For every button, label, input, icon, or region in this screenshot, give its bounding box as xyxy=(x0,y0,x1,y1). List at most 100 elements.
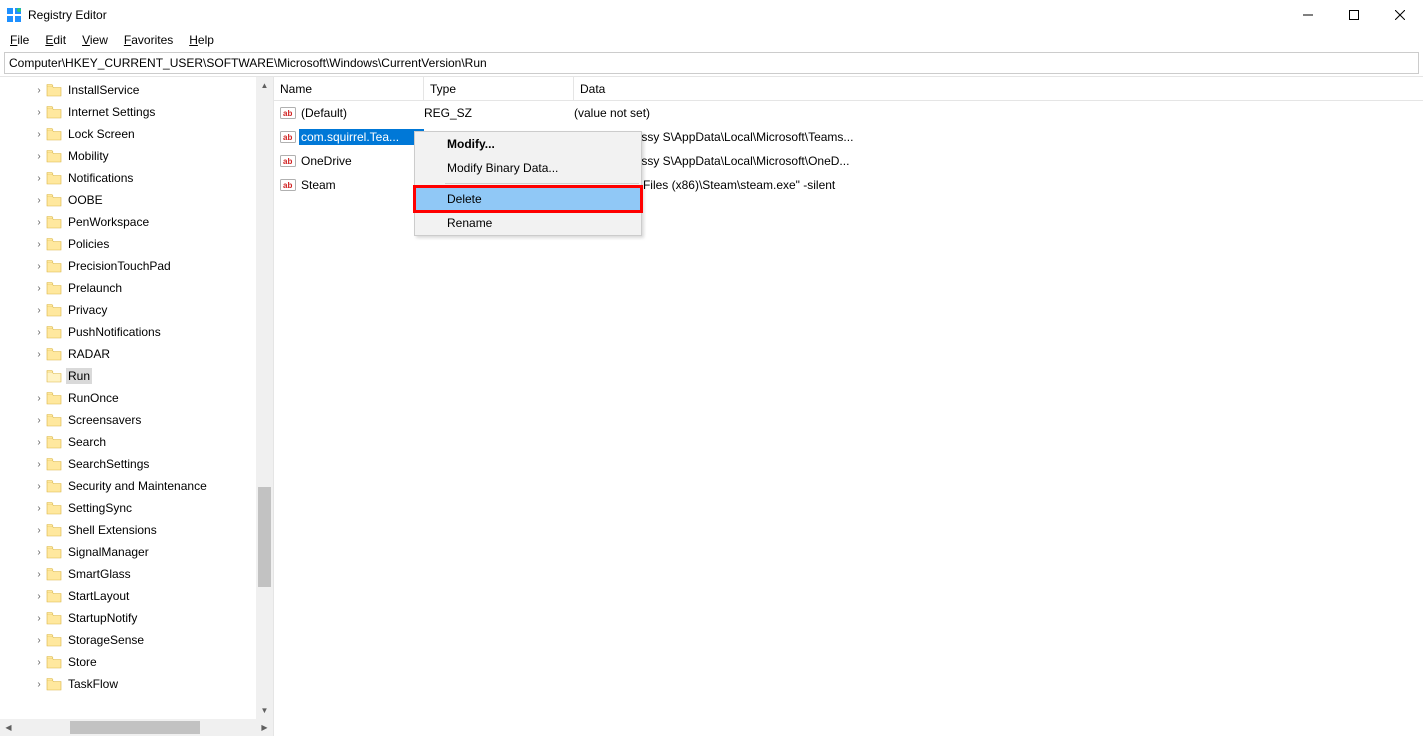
tree-item-label: SmartGlass xyxy=(66,566,133,582)
tree-item[interactable]: › StartLayout xyxy=(32,585,273,607)
folder-icon xyxy=(46,347,62,361)
tree-item[interactable]: › Notifications xyxy=(32,167,273,189)
menu-edit[interactable]: Edit xyxy=(39,32,72,48)
folder-icon xyxy=(46,83,62,97)
tree-item[interactable]: › Screensavers xyxy=(32,409,273,431)
column-header-data[interactable]: Data xyxy=(574,77,934,100)
expand-chevron-icon[interactable]: › xyxy=(32,481,46,492)
expand-chevron-icon[interactable]: › xyxy=(32,305,46,316)
menu-favorites[interactable]: Favorites xyxy=(118,32,179,48)
expand-chevron-icon[interactable]: › xyxy=(32,327,46,338)
value-name: OneDrive xyxy=(299,153,424,169)
expand-chevron-icon[interactable]: › xyxy=(32,547,46,558)
expand-chevron-icon[interactable]: › xyxy=(32,85,46,96)
tree-item-label: Run xyxy=(66,368,92,384)
tree-vertical-scrollbar[interactable]: ▲ ▼ xyxy=(256,77,273,719)
expand-chevron-icon[interactable]: › xyxy=(32,525,46,536)
tree-horizontal-scrollbar[interactable]: ◀ ▶ xyxy=(0,719,273,736)
folder-icon xyxy=(46,193,62,207)
value-row[interactable]: ab (Default)REG_SZ(value not set) xyxy=(274,101,1423,125)
menu-file[interactable]: File xyxy=(4,32,35,48)
context-menu-delete[interactable]: Delete xyxy=(415,187,641,211)
context-menu-rename[interactable]: Rename xyxy=(415,211,641,235)
menu-help[interactable]: Help xyxy=(183,32,220,48)
expand-chevron-icon[interactable]: › xyxy=(32,415,46,426)
expand-chevron-icon[interactable]: › xyxy=(32,129,46,140)
folder-icon xyxy=(46,479,62,493)
column-header-type[interactable]: Type xyxy=(424,77,574,100)
tree-item[interactable]: › Prelaunch xyxy=(32,277,273,299)
tree-item[interactable]: › Internet Settings xyxy=(32,101,273,123)
expand-chevron-icon[interactable]: › xyxy=(32,239,46,250)
tree-item[interactable]: › RADAR xyxy=(32,343,273,365)
menu-view[interactable]: View xyxy=(76,32,114,48)
expand-chevron-icon[interactable]: › xyxy=(32,613,46,624)
tree-item[interactable]: › Shell Extensions xyxy=(32,519,273,541)
tree-item[interactable]: › Search xyxy=(32,431,273,453)
svg-text:ab: ab xyxy=(283,109,292,118)
expand-chevron-icon[interactable]: › xyxy=(32,459,46,470)
tree-item-selected[interactable]: Run xyxy=(32,365,273,387)
expand-chevron-icon[interactable]: › xyxy=(32,107,46,118)
expand-chevron-icon[interactable]: › xyxy=(32,657,46,668)
tree-item-label: Store xyxy=(66,654,99,670)
tree-item-label: Shell Extensions xyxy=(66,522,159,538)
minimize-button[interactable] xyxy=(1285,0,1331,30)
scroll-up-arrow-icon[interactable]: ▲ xyxy=(256,77,273,94)
value-name: Steam xyxy=(299,177,424,193)
scroll-left-arrow-icon[interactable]: ◀ xyxy=(0,719,17,736)
main-split: › InstallService› Internet Settings› Loc… xyxy=(0,76,1423,736)
tree-item-label: Prelaunch xyxy=(66,280,124,296)
value-type: REG_SZ xyxy=(424,106,574,120)
expand-chevron-icon[interactable]: › xyxy=(32,195,46,206)
tree-item[interactable]: › Policies xyxy=(32,233,273,255)
tree-item[interactable]: › OOBE xyxy=(32,189,273,211)
maximize-button[interactable] xyxy=(1331,0,1377,30)
expand-chevron-icon[interactable]: › xyxy=(32,679,46,690)
expand-chevron-icon[interactable]: › xyxy=(32,591,46,602)
context-menu-modify[interactable]: Modify... xyxy=(415,132,641,156)
string-value-icon: ab xyxy=(280,105,296,121)
tree-item[interactable]: › Privacy xyxy=(32,299,273,321)
expand-chevron-icon[interactable]: › xyxy=(32,569,46,580)
expand-chevron-icon[interactable]: › xyxy=(32,437,46,448)
scroll-thumb[interactable] xyxy=(258,487,271,587)
context-menu-modify-binary[interactable]: Modify Binary Data... xyxy=(415,156,641,180)
expand-chevron-icon[interactable]: › xyxy=(32,261,46,272)
folder-icon xyxy=(46,215,62,229)
close-button[interactable] xyxy=(1377,0,1423,30)
expand-chevron-icon[interactable]: › xyxy=(32,349,46,360)
expand-chevron-icon[interactable]: › xyxy=(32,635,46,646)
tree-item[interactable]: › SmartGlass xyxy=(32,563,273,585)
tree-item[interactable]: › SignalManager xyxy=(32,541,273,563)
scroll-thumb-h[interactable] xyxy=(70,721,200,734)
tree-item[interactable]: › PushNotifications xyxy=(32,321,273,343)
value-name: com.squirrel.Tea... xyxy=(299,129,424,145)
scroll-down-arrow-icon[interactable]: ▼ xyxy=(256,702,273,719)
tree-item[interactable]: › TaskFlow xyxy=(32,673,273,695)
tree-item[interactable]: › SettingSync xyxy=(32,497,273,519)
tree-item[interactable]: › InstallService xyxy=(32,79,273,101)
tree-item[interactable]: › PrecisionTouchPad xyxy=(32,255,273,277)
folder-icon xyxy=(46,171,62,185)
expand-chevron-icon[interactable]: › xyxy=(32,503,46,514)
tree-item[interactable]: › Lock Screen xyxy=(32,123,273,145)
scroll-right-arrow-icon[interactable]: ▶ xyxy=(256,719,273,736)
column-header-name[interactable]: Name xyxy=(274,77,424,100)
expand-chevron-icon[interactable]: › xyxy=(32,393,46,404)
tree-item[interactable]: › RunOnce xyxy=(32,387,273,409)
expand-chevron-icon[interactable]: › xyxy=(32,217,46,228)
expand-chevron-icon[interactable]: › xyxy=(32,283,46,294)
tree-item[interactable]: › StorageSense xyxy=(32,629,273,651)
tree-item[interactable]: › Store xyxy=(32,651,273,673)
tree-item-label: SettingSync xyxy=(66,500,134,516)
tree-item[interactable]: › Security and Maintenance xyxy=(32,475,273,497)
expand-chevron-icon[interactable]: › xyxy=(32,151,46,162)
tree-item[interactable]: › SearchSettings xyxy=(32,453,273,475)
tree-item[interactable]: › StartupNotify xyxy=(32,607,273,629)
expand-chevron-icon[interactable]: › xyxy=(32,173,46,184)
folder-icon xyxy=(46,237,62,251)
address-bar[interactable]: Computer\HKEY_CURRENT_USER\SOFTWARE\Micr… xyxy=(4,52,1419,74)
tree-item[interactable]: › PenWorkspace xyxy=(32,211,273,233)
tree-item[interactable]: › Mobility xyxy=(32,145,273,167)
